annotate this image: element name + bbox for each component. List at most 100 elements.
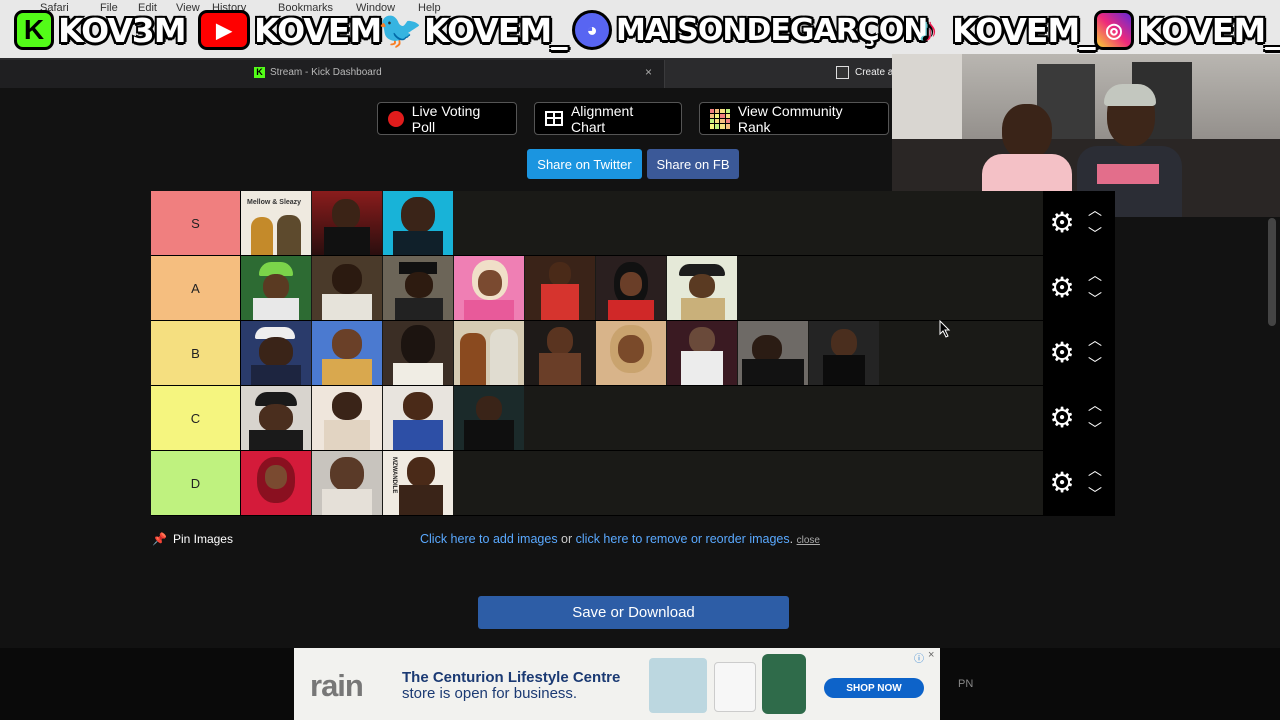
tier-image[interactable] (667, 256, 737, 320)
tier-image[interactable] (241, 321, 311, 385)
add-images-link[interactable]: Click here to add images (420, 532, 558, 546)
tier-image[interactable] (596, 321, 666, 385)
kick-social: K KOV3M (14, 8, 187, 52)
ad-banner[interactable]: rain The Centurion Lifestyle Centre stor… (294, 648, 940, 720)
instagram-icon: ◎ (1094, 10, 1134, 50)
tab-close-icon[interactable]: × (645, 65, 652, 79)
live-voting-poll-button[interactable]: Live Voting Poll (377, 102, 517, 135)
tab2-favicon-icon (836, 66, 849, 79)
tier-image[interactable] (383, 321, 453, 385)
tier-row-c: C (151, 386, 1043, 451)
kick-favicon-icon: K (254, 67, 265, 78)
tier-controls-c: ⚙ ︿ ﹀ (1043, 386, 1115, 451)
tier-image[interactable] (241, 451, 311, 515)
youtube-social: ▶ KOVEM (198, 8, 382, 52)
gear-icon[interactable]: ⚙ (1048, 209, 1076, 237)
ad-subline: store is open for business. (402, 685, 578, 702)
close-link[interactable]: close (797, 535, 820, 546)
chevron-up-icon[interactable]: ︿ (1085, 203, 1105, 217)
tier-controls-b: ⚙ ︿ ﹀ (1043, 321, 1115, 386)
ad-shop-now-button[interactable]: SHOP NOW (824, 678, 924, 698)
tab-title: Stream - Kick Dashboard (270, 67, 382, 78)
ad-product-image (714, 662, 756, 712)
tier-image[interactable] (312, 191, 382, 255)
image-help-line: Click here to add images or click here t… (420, 532, 820, 546)
tier-image[interactable] (312, 256, 382, 320)
tier-image[interactable] (454, 256, 524, 320)
live-voting-poll-label: Live Voting Poll (411, 102, 481, 135)
tier-image[interactable] (312, 451, 382, 515)
tier-row-d: D MZWANDILE (151, 451, 1043, 516)
share-fb-button[interactable]: Share on FB (647, 149, 739, 179)
discord-handle: MAISONDEGARÇON (616, 12, 928, 48)
tier-row-s: S Mellow & Sleazy (151, 191, 1043, 256)
ad-headline: The Centurion Lifestyle Centre (402, 669, 621, 686)
tier-image[interactable] (596, 256, 666, 320)
tier-label-b[interactable]: B (151, 321, 241, 385)
alignment-chart-button[interactable]: Alignment Chart (534, 102, 682, 135)
gear-icon[interactable]: ⚙ (1048, 274, 1076, 302)
twitter-bird-icon: 🐦 (377, 9, 423, 50)
tier-row-a: A (151, 256, 1043, 321)
tiktok-handle: KOVEM_ (952, 10, 1096, 50)
tier-image[interactable] (383, 256, 453, 320)
share-twitter-button[interactable]: Share on Twitter (527, 149, 642, 179)
gear-icon[interactable]: ⚙ (1048, 404, 1076, 432)
tier-label-a[interactable]: A (151, 256, 241, 320)
tier-image[interactable] (525, 321, 595, 385)
tier-image[interactable] (454, 386, 524, 450)
help-or: or (557, 532, 576, 546)
tier-controls-a: ⚙ ︿ ﹀ (1043, 256, 1115, 321)
record-dot-icon (388, 110, 404, 127)
tier-image[interactable]: MZWANDILE (383, 451, 453, 515)
corner-text: PN (958, 678, 974, 690)
page-scrollbar[interactable] (1268, 218, 1276, 326)
tier-label-s[interactable]: S (151, 191, 241, 255)
ad-info-icon[interactable]: ⓘ (914, 650, 924, 665)
tier-image[interactable] (241, 256, 311, 320)
tier-image[interactable] (312, 386, 382, 450)
grid-icon (545, 111, 563, 126)
chevron-up-icon[interactable]: ︿ (1085, 398, 1105, 412)
pin-images-toggle[interactable]: 📌 Pin Images (152, 532, 233, 546)
ad-close-icon[interactable]: × (928, 649, 934, 661)
ad-product-image (762, 654, 806, 714)
gear-icon[interactable]: ⚙ (1048, 339, 1076, 367)
tab2-title[interactable]: Create a (855, 67, 893, 78)
chevron-down-icon[interactable]: ﹀ (1085, 357, 1105, 371)
discord-icon: ◕ (572, 10, 612, 50)
chevron-down-icon[interactable]: ﹀ (1085, 487, 1105, 501)
instagram-social: ◎ KOVEM_ (1094, 8, 1280, 52)
tier-image[interactable] (738, 321, 808, 385)
tiktok-social: ♪ KOVEM_ (908, 8, 1096, 52)
chevron-down-icon[interactable]: ﹀ (1085, 292, 1105, 306)
tier-row-b: B (151, 321, 1043, 386)
tier-label-d[interactable]: D (151, 451, 241, 515)
tier-image[interactable]: Mellow & Sleazy (241, 191, 311, 255)
remove-reorder-link[interactable]: click here to remove or reorder images (576, 532, 790, 546)
tier-image[interactable] (383, 191, 453, 255)
view-community-rank-button[interactable]: View Community Rank (699, 102, 889, 135)
twitter-social: 🐦 KOVEM_ (377, 8, 568, 52)
pushpin-icon: 📌 (152, 532, 167, 546)
chevron-down-icon[interactable]: ﹀ (1085, 422, 1105, 436)
chevron-up-icon[interactable]: ︿ (1085, 268, 1105, 282)
mouse-cursor-icon (939, 320, 951, 338)
chevron-up-icon[interactable]: ︿ (1085, 463, 1105, 477)
tier-image[interactable] (809, 321, 879, 385)
save-download-button[interactable]: Save or Download (478, 596, 789, 629)
chevron-down-icon[interactable]: ﹀ (1085, 227, 1105, 241)
tier-image[interactable] (454, 321, 524, 385)
help-period: . (789, 532, 794, 546)
chevron-up-icon[interactable]: ︿ (1085, 333, 1105, 347)
tier-image[interactable] (667, 321, 737, 385)
pin-images-label: Pin Images (172, 532, 233, 546)
gear-icon[interactable]: ⚙ (1048, 469, 1076, 497)
tier-label-c[interactable]: C (151, 386, 241, 450)
ad-product-image (649, 658, 707, 713)
tier-controls-s: ⚙ ︿ ﹀ (1043, 191, 1115, 256)
tier-image[interactable] (383, 386, 453, 450)
tier-image[interactable] (241, 386, 311, 450)
tier-image[interactable] (312, 321, 382, 385)
tier-image[interactable] (525, 256, 595, 320)
